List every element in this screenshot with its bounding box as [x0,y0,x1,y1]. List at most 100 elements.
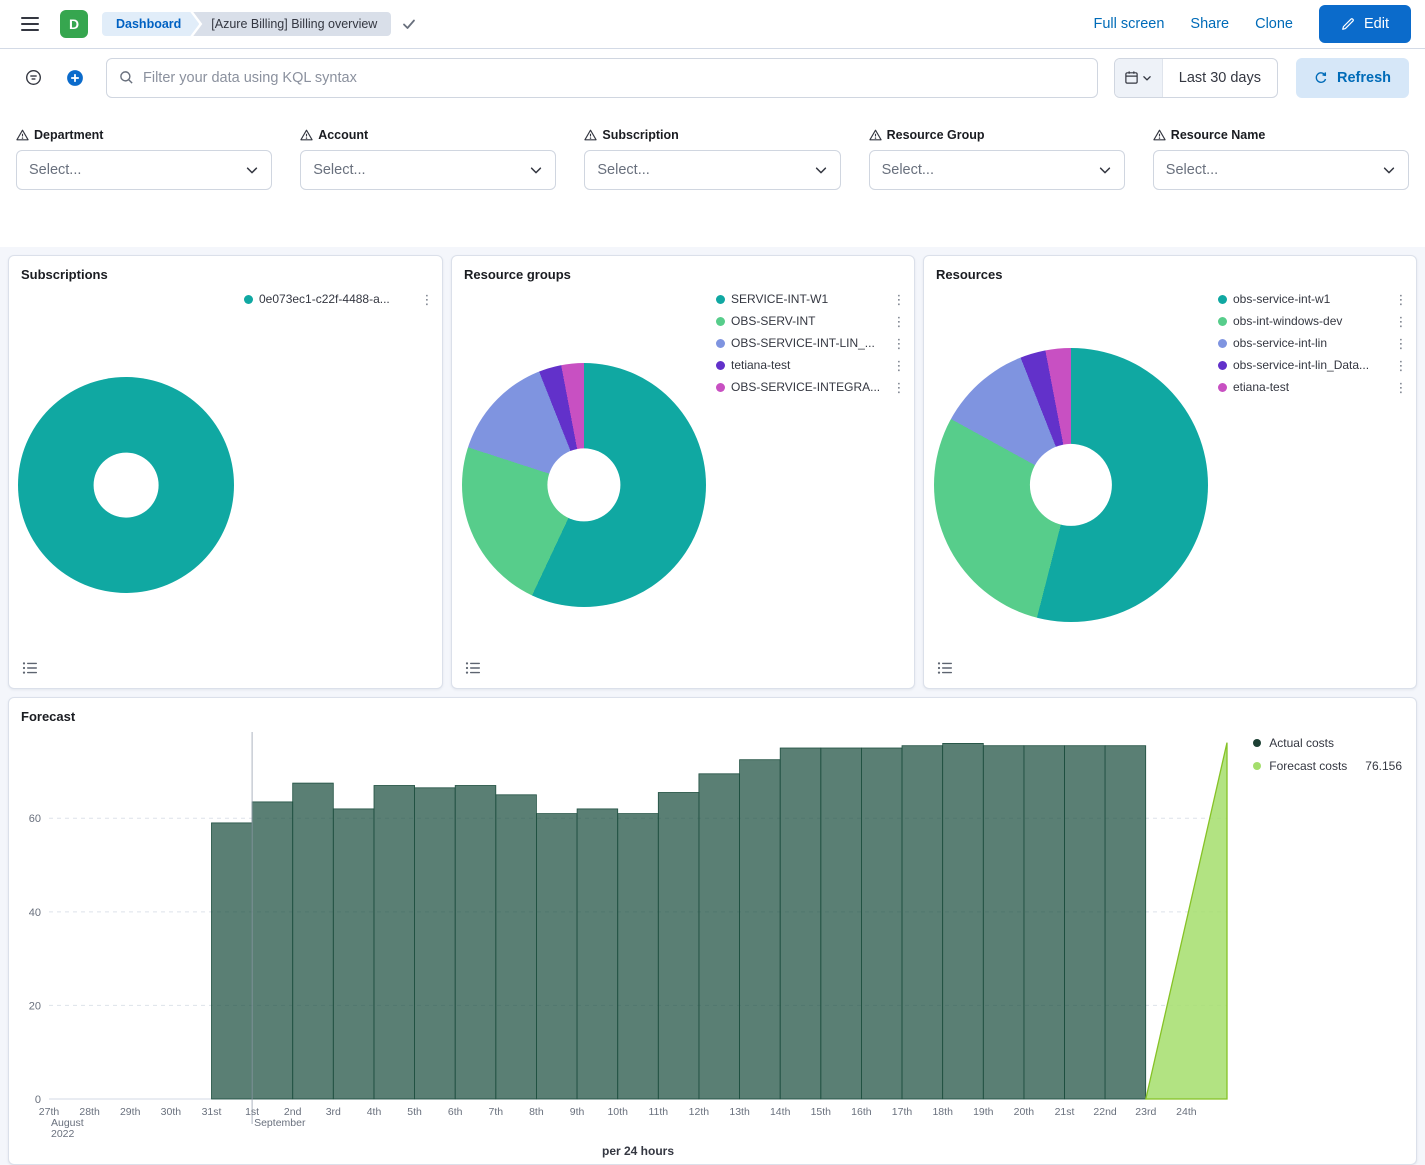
chevron-down-icon [1382,163,1396,177]
time-range-value[interactable]: Last 30 days [1163,59,1277,97]
time-range-control: Last 30 days [1114,58,1278,98]
legend-menu-icon[interactable]: ⋮ [892,381,906,394]
control-select-department[interactable]: Select... [16,150,272,190]
kql-search-input[interactable] [143,70,1085,86]
legend-menu-icon[interactable]: ⋮ [892,293,906,306]
select-placeholder: Select... [1166,162,1218,178]
legend-item[interactable]: OBS-SERVICE-INTEGRA... ⋮ [716,376,906,398]
legend-menu-icon[interactable]: ⋮ [1394,359,1408,372]
control-select-subscription[interactable]: Select... [584,150,840,190]
control-label-text: Account [318,128,368,142]
panel-title: Subscriptions [9,256,442,282]
saved-check-icon[interactable] [401,16,417,32]
legend-item[interactable]: etiana-test⋮ [1218,376,1408,398]
legend-menu-icon[interactable]: ⋮ [892,359,906,372]
control-department: Department Select... [16,128,272,190]
query-bar: Last 30 days Refresh [0,49,1425,106]
legend-item[interactable]: OBS-SERVICE-INT-LIN_...⋮ [716,332,906,354]
breadcrumb-dashboard[interactable]: Dashboard [102,12,199,36]
control-select-resource-name[interactable]: Select... [1153,150,1409,190]
svg-text:8th: 8th [529,1106,544,1118]
svg-text:9th: 9th [570,1106,585,1118]
svg-text:17th: 17th [892,1106,913,1118]
legend-color-dot [1218,295,1227,304]
forecast-chart-area[interactable]: 020406027th28th29th30th31st1st2nd3rd4th5… [9,726,1416,1138]
svg-text:September: September [254,1117,306,1129]
donut-hole [94,453,159,518]
donut-chart[interactable] [18,377,234,593]
panel-title: Resources [924,256,1416,282]
legend-item[interactable]: obs-service-int-lin⋮ [1218,332,1408,354]
control-select-resource-group[interactable]: Select... [869,150,1125,190]
legend-item[interactable]: SERVICE-INT-W1 ⋮ [716,288,906,310]
control-account: Account Select... [300,128,556,190]
space-avatar[interactable]: D [60,10,88,38]
legend-menu-icon[interactable]: ⋮ [1394,337,1408,350]
top-navigation-bar: D Dashboard [Azure Billing] Billing over… [0,0,1425,49]
legend-menu-icon[interactable]: ⋮ [1394,381,1408,394]
legend-label: tetiana-test [731,358,886,372]
control-label-text: Resource Group [887,128,985,142]
refresh-button[interactable]: Refresh [1296,58,1409,98]
control-resource-name: Resource NameSelect... [1153,128,1409,190]
select-placeholder: Select... [597,162,649,178]
donut-chart[interactable] [934,348,1208,622]
legend-label: OBS-SERV-INT [731,314,886,328]
legend-menu-icon[interactable]: ⋮ [1394,315,1408,328]
legend-toggle-button[interactable] [934,657,956,679]
kql-search-box [106,58,1098,98]
legend-toggle-button[interactable] [462,657,484,679]
legend-color-dot [716,361,725,370]
legend-label: OBS-SERVICE-INTEGRA... [731,380,886,394]
legend-item[interactable]: obs-int-windows-dev⋮ [1218,310,1408,332]
panel-resources: Resources obs-service-int-w1⋮obs-int-wind… [923,255,1417,689]
legend-item[interactable]: tetiana-test ⋮ [716,354,906,376]
svg-text:16th: 16th [851,1106,872,1118]
svg-text:18th: 18th [932,1106,953,1118]
panel-forecast: Forecast Actual costsForecast costs76.15… [8,697,1417,1165]
legend-item[interactable]: OBS-SERV-INT ⋮ [716,310,906,332]
legend-item[interactable]: 0e073ec1-c22f-4488-a...⋮ [244,288,434,310]
edit-button[interactable]: Edit [1319,5,1411,43]
search-icon [119,70,134,85]
control-label: Department [16,128,272,142]
legend-color-dot [1218,383,1227,392]
kibana-dashboard-app: D Dashboard [Azure Billing] Billing over… [0,0,1425,1165]
breadcrumb-current-dashboard[interactable]: [Azure Billing] Billing overview [193,12,391,36]
legend-item[interactable]: obs-service-int-lin_Data... ⋮ [1218,354,1408,376]
legend-item[interactable]: obs-service-int-w1⋮ [1218,288,1408,310]
legend-label: obs-service-int-lin_Data... [1233,358,1388,372]
clone-button[interactable]: Clone [1255,16,1293,32]
control-label: Subscription [584,128,840,142]
breadcrumb: Dashboard [Azure Billing] Billing overvi… [102,12,417,36]
chevron-down-icon [529,163,543,177]
donut-hole [1030,444,1112,526]
legend-menu-icon[interactable]: ⋮ [420,293,434,306]
legend-toggle-button[interactable] [19,657,41,679]
full-screen-button[interactable]: Full screen [1093,16,1164,32]
control-label: Account [300,128,556,142]
warning-triangle-icon [584,129,597,141]
refresh-icon [1314,71,1328,85]
donut-chart[interactable] [462,363,706,607]
svg-text:13th: 13th [729,1106,750,1118]
calendar-icon-button[interactable] [1115,59,1163,97]
chart-legend: SERVICE-INT-W1⋮OBS-SERV-INT⋮OBS-SERVICE-… [716,288,906,398]
add-filter-icon[interactable] [58,61,92,95]
legend-menu-icon[interactable]: ⋮ [1394,293,1408,306]
legend-menu-icon[interactable]: ⋮ [892,315,906,328]
svg-text:3rd: 3rd [326,1106,341,1118]
legend-color-dot [1218,317,1227,326]
control-label-text: Department [34,128,103,142]
filter-sets-icon[interactable] [16,61,50,95]
dashboard-controls-row: Department Select... Account Select... Subsc… [0,106,1425,247]
legend-label: SERVICE-INT-W1 [731,292,886,306]
legend-color-dot [716,317,725,326]
menu-hamburger-icon[interactable] [14,8,46,40]
warning-triangle-icon [300,129,313,141]
share-button[interactable]: Share [1190,16,1229,32]
svg-text:0: 0 [35,1094,41,1106]
legend-menu-icon[interactable]: ⋮ [892,337,906,350]
legend-color-dot [716,383,725,392]
control-select-account[interactable]: Select... [300,150,556,190]
